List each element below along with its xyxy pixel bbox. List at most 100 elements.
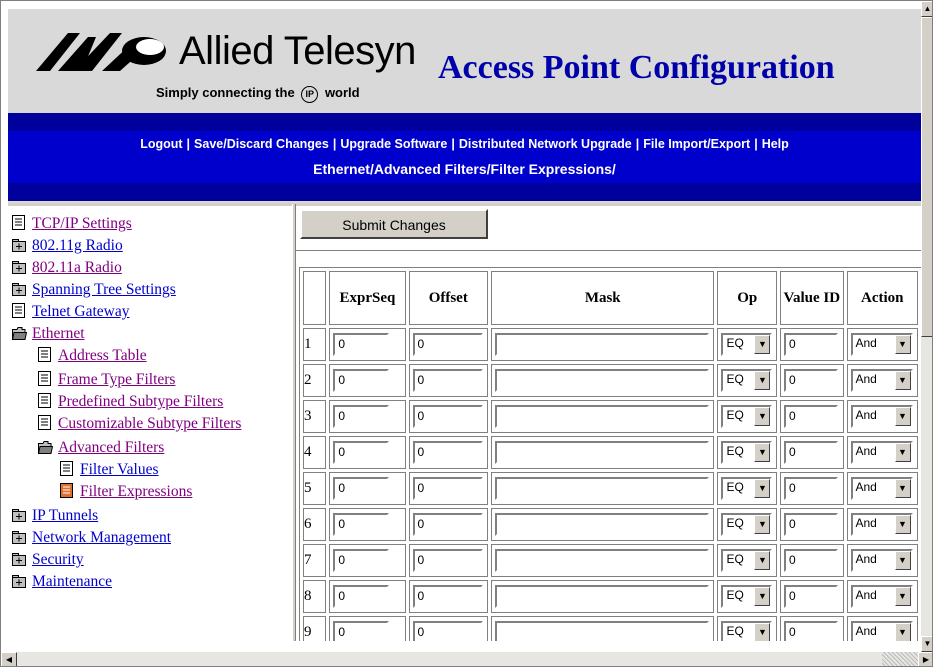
offset-input[interactable]: 0 (412, 405, 483, 428)
dropdown-arrow-icon[interactable]: ▼ (894, 371, 911, 390)
mask-input[interactable] (495, 549, 709, 572)
dropdown-arrow-icon[interactable]: ▼ (894, 551, 911, 570)
submit-changes-button[interactable]: Submit Changes (300, 209, 488, 239)
nav-file-import-export[interactable]: File Import/Export (643, 137, 750, 151)
sidebar-item-label[interactable]: Predefined Subtype Filters (58, 393, 223, 410)
mask-input[interactable] (495, 369, 709, 392)
dropdown-arrow-icon[interactable]: ▼ (754, 551, 771, 570)
window-scroll-thumb[interactable] (921, 17, 932, 337)
mask-input[interactable] (495, 585, 709, 608)
op-select[interactable]: EQ ▼ (721, 621, 773, 641)
nav-save-discard[interactable]: Save/Discard Changes (194, 137, 329, 151)
dropdown-arrow-icon[interactable]: ▼ (754, 515, 771, 534)
sidebar-item[interactable]: Maintenance (12, 573, 112, 595)
window-horizontal-scrollbar[interactable]: ◀ ▶ (1, 652, 932, 666)
offset-input[interactable]: 0 (412, 621, 483, 641)
action-select[interactable]: And ▼ (850, 513, 913, 536)
value-id-input[interactable]: 0 (784, 585, 839, 608)
sidebar-item-label[interactable]: Ethernet (32, 325, 85, 342)
offset-input[interactable]: 0 (412, 585, 483, 608)
nav-logout[interactable]: Logout (140, 137, 182, 151)
dropdown-arrow-icon[interactable]: ▼ (894, 515, 911, 534)
dropdown-arrow-icon[interactable]: ▼ (754, 335, 771, 354)
dropdown-arrow-icon[interactable]: ▼ (754, 623, 771, 641)
mask-input[interactable] (495, 621, 709, 641)
sidebar-item[interactable]: Filter Expressions (60, 483, 192, 505)
sidebar-item-label[interactable]: Telnet Gateway (32, 303, 129, 320)
dropdown-arrow-icon[interactable]: ▼ (894, 479, 911, 498)
sidebar-item[interactable]: Address Table (38, 347, 147, 369)
sidebar-item[interactable]: Advanced Filters (37, 439, 164, 461)
sidebar-item-label[interactable]: Address Table (58, 347, 147, 364)
op-select[interactable]: EQ ▼ (721, 513, 773, 536)
exprseq-input[interactable]: 0 (333, 585, 390, 608)
exprseq-input[interactable]: 0 (333, 405, 390, 428)
value-id-input[interactable]: 0 (784, 333, 839, 356)
dropdown-arrow-icon[interactable]: ▼ (754, 407, 771, 426)
scroll-up-arrow-icon[interactable]: ▲ (921, 1, 932, 17)
resize-grip-icon[interactable] (882, 652, 918, 666)
mask-input[interactable] (495, 333, 709, 356)
exprseq-input[interactable]: 0 (333, 477, 390, 500)
exprseq-input[interactable]: 0 (333, 333, 390, 356)
value-id-input[interactable]: 0 (784, 621, 839, 641)
sidebar-item[interactable]: Predefined Subtype Filters (38, 393, 223, 415)
offset-input[interactable]: 0 (412, 513, 483, 536)
sidebar-item-label[interactable]: Security (32, 551, 84, 568)
value-id-input[interactable]: 0 (784, 369, 839, 392)
sidebar-item-label[interactable]: 802.11g Radio (32, 237, 123, 254)
sidebar-item-label[interactable]: IP Tunnels (32, 507, 98, 524)
sidebar-item-label[interactable]: Spanning Tree Settings (32, 281, 176, 298)
sidebar-item-label[interactable]: Customizable Subtype Filters (58, 415, 241, 432)
sidebar-item-label[interactable]: Network Management (32, 529, 171, 546)
sidebar-item-label[interactable]: TCP/IP Settings (32, 215, 132, 232)
dropdown-arrow-icon[interactable]: ▼ (754, 587, 771, 606)
sidebar-item[interactable]: Spanning Tree Settings (12, 281, 176, 303)
sidebar-item-label[interactable]: Advanced Filters (58, 439, 164, 456)
exprseq-input[interactable]: 0 (333, 549, 390, 572)
op-select[interactable]: EQ ▼ (721, 369, 773, 392)
sidebar-item[interactable]: Customizable Subtype Filters (38, 415, 241, 437)
value-id-input[interactable]: 0 (784, 549, 839, 572)
value-id-input[interactable]: 0 (784, 513, 839, 536)
sidebar-item[interactable]: Network Management (12, 529, 171, 551)
sidebar-item[interactable]: Telnet Gateway (12, 303, 129, 325)
dropdown-arrow-icon[interactable]: ▼ (754, 371, 771, 390)
dropdown-arrow-icon[interactable]: ▼ (754, 443, 771, 462)
op-select[interactable]: EQ ▼ (721, 477, 773, 500)
op-select[interactable]: EQ ▼ (721, 441, 773, 464)
exprseq-input[interactable]: 0 (333, 441, 390, 464)
offset-input[interactable]: 0 (412, 477, 483, 500)
sidebar-item[interactable]: TCP/IP Settings (12, 215, 132, 237)
offset-input[interactable]: 0 (412, 333, 483, 356)
exprseq-input[interactable]: 0 (333, 369, 390, 392)
action-select[interactable]: And ▼ (850, 585, 913, 608)
exprseq-input[interactable]: 0 (333, 513, 390, 536)
sidebar-item[interactable]: Security (12, 551, 84, 573)
offset-input[interactable]: 0 (412, 441, 483, 464)
op-select[interactable]: EQ ▼ (721, 549, 773, 572)
dropdown-arrow-icon[interactable]: ▼ (894, 407, 911, 426)
nav-distributed-upgrade[interactable]: Distributed Network Upgrade (459, 137, 632, 151)
mask-input[interactable] (495, 477, 709, 500)
mask-input[interactable] (495, 405, 709, 428)
action-select[interactable]: And ▼ (850, 333, 913, 356)
nav-help[interactable]: Help (762, 137, 789, 151)
action-select[interactable]: And ▼ (850, 441, 913, 464)
op-select[interactable]: EQ ▼ (721, 585, 773, 608)
offset-input[interactable]: 0 (412, 549, 483, 572)
sidebar-item[interactable]: Frame Type Filters (38, 371, 175, 393)
scroll-left-arrow-icon[interactable]: ◀ (1, 652, 17, 666)
action-select[interactable]: And ▼ (850, 405, 913, 428)
op-select[interactable]: EQ ▼ (721, 405, 773, 428)
window-vertical-scrollbar[interactable]: ▲ ▼ (921, 1, 932, 652)
sidebar-item[interactable]: 802.11g Radio (12, 237, 123, 259)
action-select[interactable]: And ▼ (850, 477, 913, 500)
offset-input[interactable]: 0 (412, 369, 483, 392)
op-select[interactable]: EQ ▼ (721, 333, 773, 356)
dropdown-arrow-icon[interactable]: ▼ (894, 335, 911, 354)
scroll-right-arrow-icon[interactable]: ▶ (918, 652, 932, 666)
dropdown-arrow-icon[interactable]: ▼ (894, 443, 911, 462)
dropdown-arrow-icon[interactable]: ▼ (754, 479, 771, 498)
sidebar-item[interactable]: Ethernet (11, 325, 85, 347)
